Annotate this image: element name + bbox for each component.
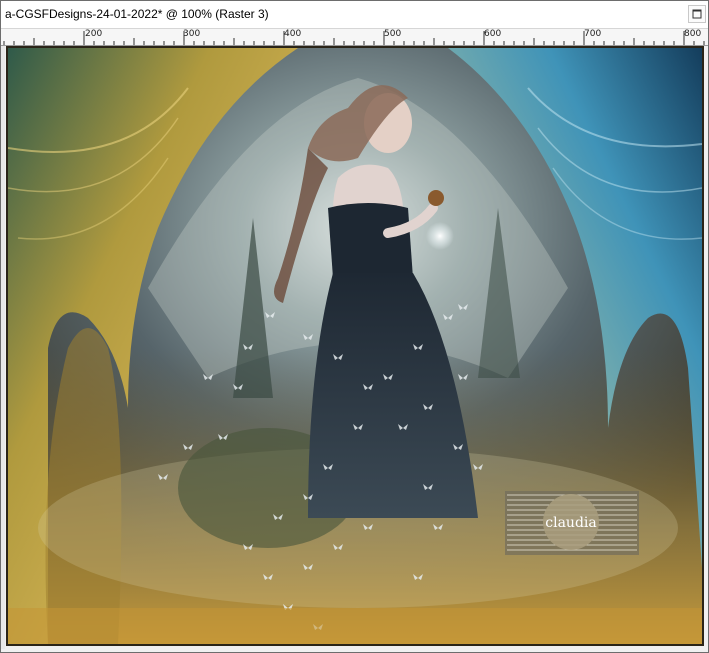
ruler-label: 800 (684, 29, 702, 39)
canvas-gutter (1, 46, 5, 649)
floor-shine (8, 608, 702, 644)
ruler-label: 600 (484, 29, 502, 39)
watermark: claudia (505, 491, 639, 555)
maximize-button[interactable] (688, 5, 706, 23)
ruler-label: 400 (284, 29, 302, 39)
ruler-label: 200 (85, 29, 103, 39)
image-window: a-CGSFDesigns-24-01-2022* @ 100% (Raster… (0, 0, 709, 653)
window-title: a-CGSFDesigns-24-01-2022* @ 100% (Raster… (5, 7, 269, 21)
ruler-label: 500 (384, 29, 402, 39)
maximize-icon (692, 9, 702, 19)
image-canvas[interactable]: claudia (6, 46, 704, 646)
ruler-ticks (3, 31, 705, 45)
artwork: claudia (8, 48, 702, 644)
apple (428, 190, 444, 206)
horizontal-ruler: 200 300 400 500 600 700 800 (1, 29, 708, 46)
glow-orb (426, 222, 454, 250)
ruler-label: 300 (183, 29, 201, 39)
window-titlebar[interactable]: a-CGSFDesigns-24-01-2022* @ 100% (Raster… (1, 1, 708, 29)
watermark-text: claudia (545, 515, 596, 531)
ruler-label: 700 (584, 29, 602, 39)
bodice (328, 203, 413, 278)
